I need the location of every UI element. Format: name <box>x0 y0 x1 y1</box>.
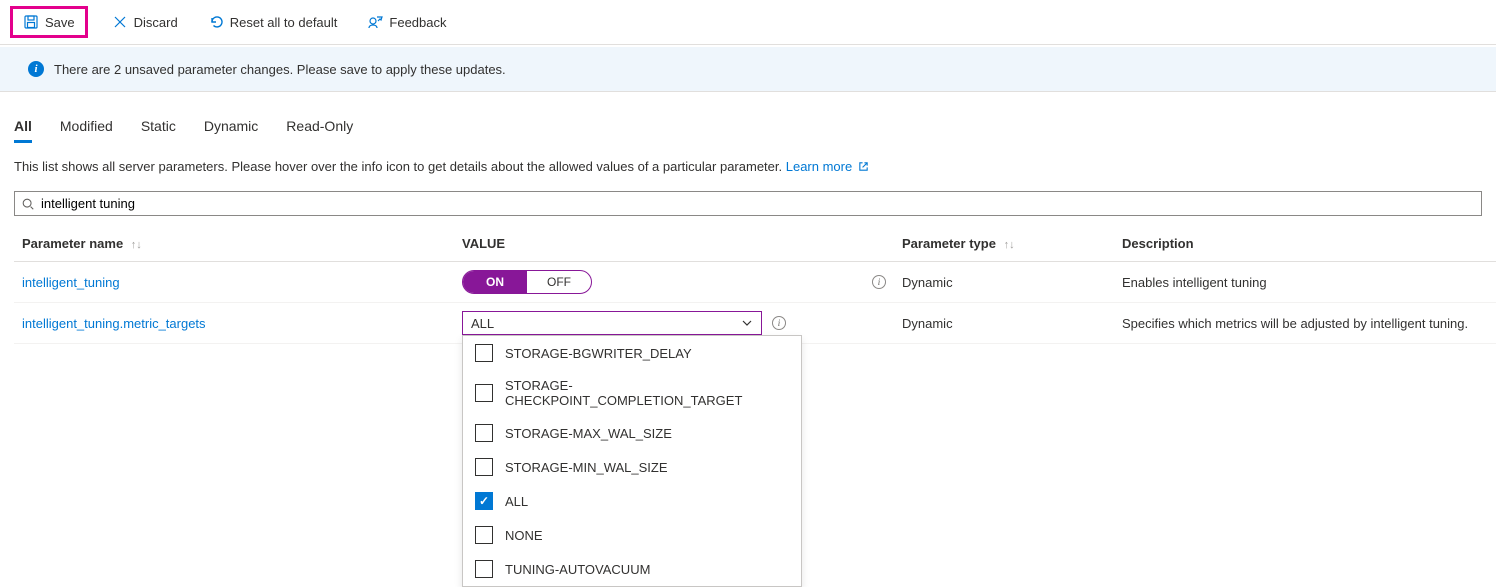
select-dropdown[interactable]: ALL <box>462 311 762 335</box>
dropdown-option[interactable]: STORAGE-MAX_WAL_SIZE <box>463 416 801 450</box>
option-label: TUNING-AUTOVACUUM <box>505 562 650 577</box>
dropdown-option[interactable]: NONE <box>463 518 801 552</box>
col-name-label: Parameter name <box>22 236 123 251</box>
search-box[interactable] <box>14 191 1482 216</box>
select-value: ALL <box>471 316 494 331</box>
search-icon <box>21 197 35 211</box>
sort-icon: ↑↓ <box>131 239 142 251</box>
info-bar: i There are 2 unsaved parameter changes.… <box>0 47 1496 92</box>
reset-icon <box>208 14 224 30</box>
col-header-description[interactable]: Description <box>1114 226 1496 262</box>
feedback-label: Feedback <box>389 15 446 30</box>
reset-label: Reset all to default <box>230 15 338 30</box>
dropdown-list: STORAGE-BGWRITER_DELAY STORAGE-CHECKPOIN… <box>462 335 802 587</box>
option-label: STORAGE-BGWRITER_DELAY <box>505 346 692 361</box>
dropdown-option[interactable]: TUNING-AUTOVACUUM <box>463 552 801 586</box>
col-header-value[interactable]: VALUE <box>454 226 894 262</box>
param-name-link[interactable]: intelligent_tuning.metric_targets <box>22 316 206 331</box>
option-label: STORAGE-MIN_WAL_SIZE <box>505 460 668 475</box>
col-value-label: VALUE <box>462 236 505 251</box>
sort-icon: ↑↓ <box>1004 239 1015 251</box>
toolbar: Save Discard Reset all to default Feedba… <box>0 0 1496 45</box>
tab-readonly[interactable]: Read-Only <box>286 118 353 143</box>
param-type: Dynamic <box>894 303 1114 344</box>
dropdown-option[interactable]: ALL <box>463 484 801 518</box>
col-type-label: Parameter type <box>902 236 996 251</box>
checkbox-checked[interactable] <box>475 492 493 510</box>
toggle-switch[interactable]: ON OFF <box>462 270 592 294</box>
param-description: Enables intelligent tuning <box>1114 262 1496 303</box>
checkbox[interactable] <box>475 560 493 578</box>
close-icon <box>112 14 128 30</box>
checkbox[interactable] <box>475 424 493 442</box>
dropdown-option[interactable]: STORAGE-CHECKPOINT_COMPLETION_TARGET <box>463 370 801 416</box>
info-message: There are 2 unsaved parameter changes. P… <box>54 62 506 77</box>
param-name-link[interactable]: intelligent_tuning <box>22 275 120 290</box>
search-input[interactable] <box>41 196 1475 211</box>
info-icon[interactable]: i <box>872 275 886 289</box>
checkbox[interactable] <box>475 344 493 362</box>
learn-more-label: Learn more <box>786 159 852 174</box>
feedback-icon <box>367 14 383 30</box>
learn-more-link[interactable]: Learn more <box>786 159 869 174</box>
parameters-table: Parameter name ↑↓ VALUE Parameter type ↑… <box>14 226 1496 344</box>
col-header-type[interactable]: Parameter type ↑↓ <box>894 226 1114 262</box>
reset-button[interactable]: Reset all to default <box>202 10 344 34</box>
tab-list: All Modified Static Dynamic Read-Only <box>0 92 1496 143</box>
save-button[interactable]: Save <box>10 6 88 38</box>
external-link-icon <box>858 160 869 175</box>
discard-button[interactable]: Discard <box>106 10 184 34</box>
tab-all[interactable]: All <box>14 118 32 143</box>
option-label: ALL <box>505 494 528 509</box>
chevron-down-icon <box>741 317 753 329</box>
option-label: NONE <box>505 528 543 543</box>
checkbox[interactable] <box>475 458 493 476</box>
option-label: STORAGE-MAX_WAL_SIZE <box>505 426 672 441</box>
option-label: STORAGE-CHECKPOINT_COMPLETION_TARGET <box>505 378 789 408</box>
info-icon: i <box>28 61 44 77</box>
checkbox[interactable] <box>475 384 493 402</box>
dropdown-option[interactable]: STORAGE-BGWRITER_DELAY <box>463 336 801 370</box>
save-label: Save <box>45 15 75 30</box>
toggle-on[interactable]: ON <box>463 271 527 293</box>
table-row: intelligent_tuning.metric_targets ALL i … <box>14 303 1496 344</box>
param-type: Dynamic <box>894 262 1114 303</box>
table-row: intelligent_tuning ON OFF i Dynamic Enab… <box>14 262 1496 303</box>
toggle-off[interactable]: OFF <box>527 271 591 293</box>
discard-label: Discard <box>134 15 178 30</box>
info-icon[interactable]: i <box>772 316 786 330</box>
col-header-name[interactable]: Parameter name ↑↓ <box>14 226 454 262</box>
tab-dynamic[interactable]: Dynamic <box>204 118 258 143</box>
feedback-button[interactable]: Feedback <box>361 10 452 34</box>
tab-modified[interactable]: Modified <box>60 118 113 143</box>
save-icon <box>23 14 39 30</box>
helper-body: This list shows all server parameters. P… <box>14 159 786 174</box>
col-desc-label: Description <box>1122 236 1194 251</box>
param-description: Specifies which metrics will be adjusted… <box>1114 303 1496 344</box>
checkbox[interactable] <box>475 526 493 544</box>
dropdown-option[interactable]: STORAGE-MIN_WAL_SIZE <box>463 450 801 484</box>
helper-text: This list shows all server parameters. P… <box>0 143 1496 175</box>
tab-static[interactable]: Static <box>141 118 176 143</box>
